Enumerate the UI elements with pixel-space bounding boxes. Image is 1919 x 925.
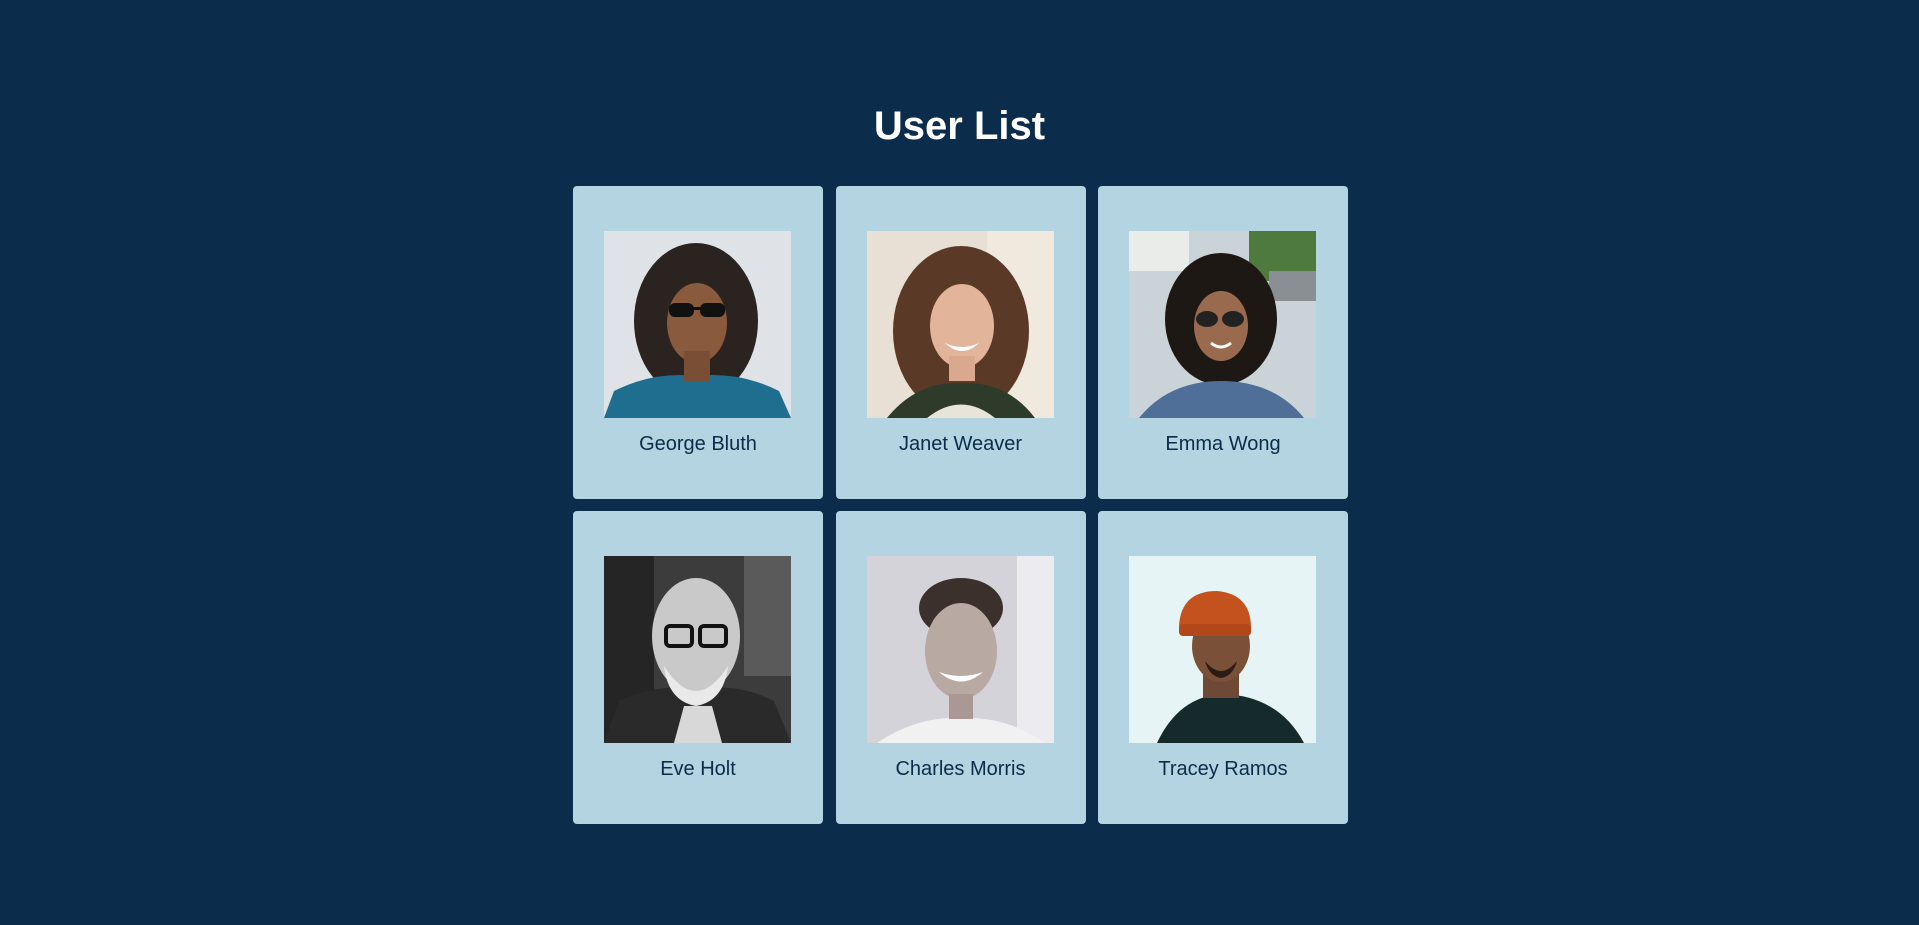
user-name: Eve Holt xyxy=(660,758,736,780)
user-name: Janet Weaver xyxy=(898,433,1023,455)
user-card[interactable]: Janet Weaver xyxy=(835,186,1086,499)
user-avatar xyxy=(1129,556,1316,743)
user-avatar xyxy=(604,556,791,743)
user-name: Emma Wong xyxy=(1165,433,1281,455)
person-photo-icon xyxy=(1129,231,1316,418)
user-name: George Bluth xyxy=(639,433,757,455)
person-photo-icon xyxy=(604,556,791,743)
user-name: Tracey Ramos xyxy=(1158,758,1288,780)
person-photo-icon xyxy=(866,231,1054,418)
user-grid: George Bluth Janet Weaver Emma Wong Eve … xyxy=(573,186,1348,824)
page-title: User List xyxy=(873,104,1046,148)
user-avatar xyxy=(866,231,1054,418)
user-avatar xyxy=(1129,231,1316,418)
user-card[interactable]: Charles Morris xyxy=(835,511,1086,824)
person-photo-icon xyxy=(604,231,791,418)
user-card[interactable]: George Bluth xyxy=(573,186,823,499)
user-avatar xyxy=(866,556,1054,743)
person-photo-icon xyxy=(866,556,1054,743)
user-card[interactable]: Eve Holt xyxy=(573,511,823,824)
user-avatar xyxy=(604,231,791,418)
user-card[interactable]: Tracey Ramos xyxy=(1098,511,1348,824)
user-list-page: User List George Bluth Janet Weaver Emma… xyxy=(0,0,1919,925)
user-card[interactable]: Emma Wong xyxy=(1098,186,1348,499)
person-photo-icon xyxy=(1129,556,1316,743)
user-name: Charles Morris xyxy=(895,758,1026,780)
